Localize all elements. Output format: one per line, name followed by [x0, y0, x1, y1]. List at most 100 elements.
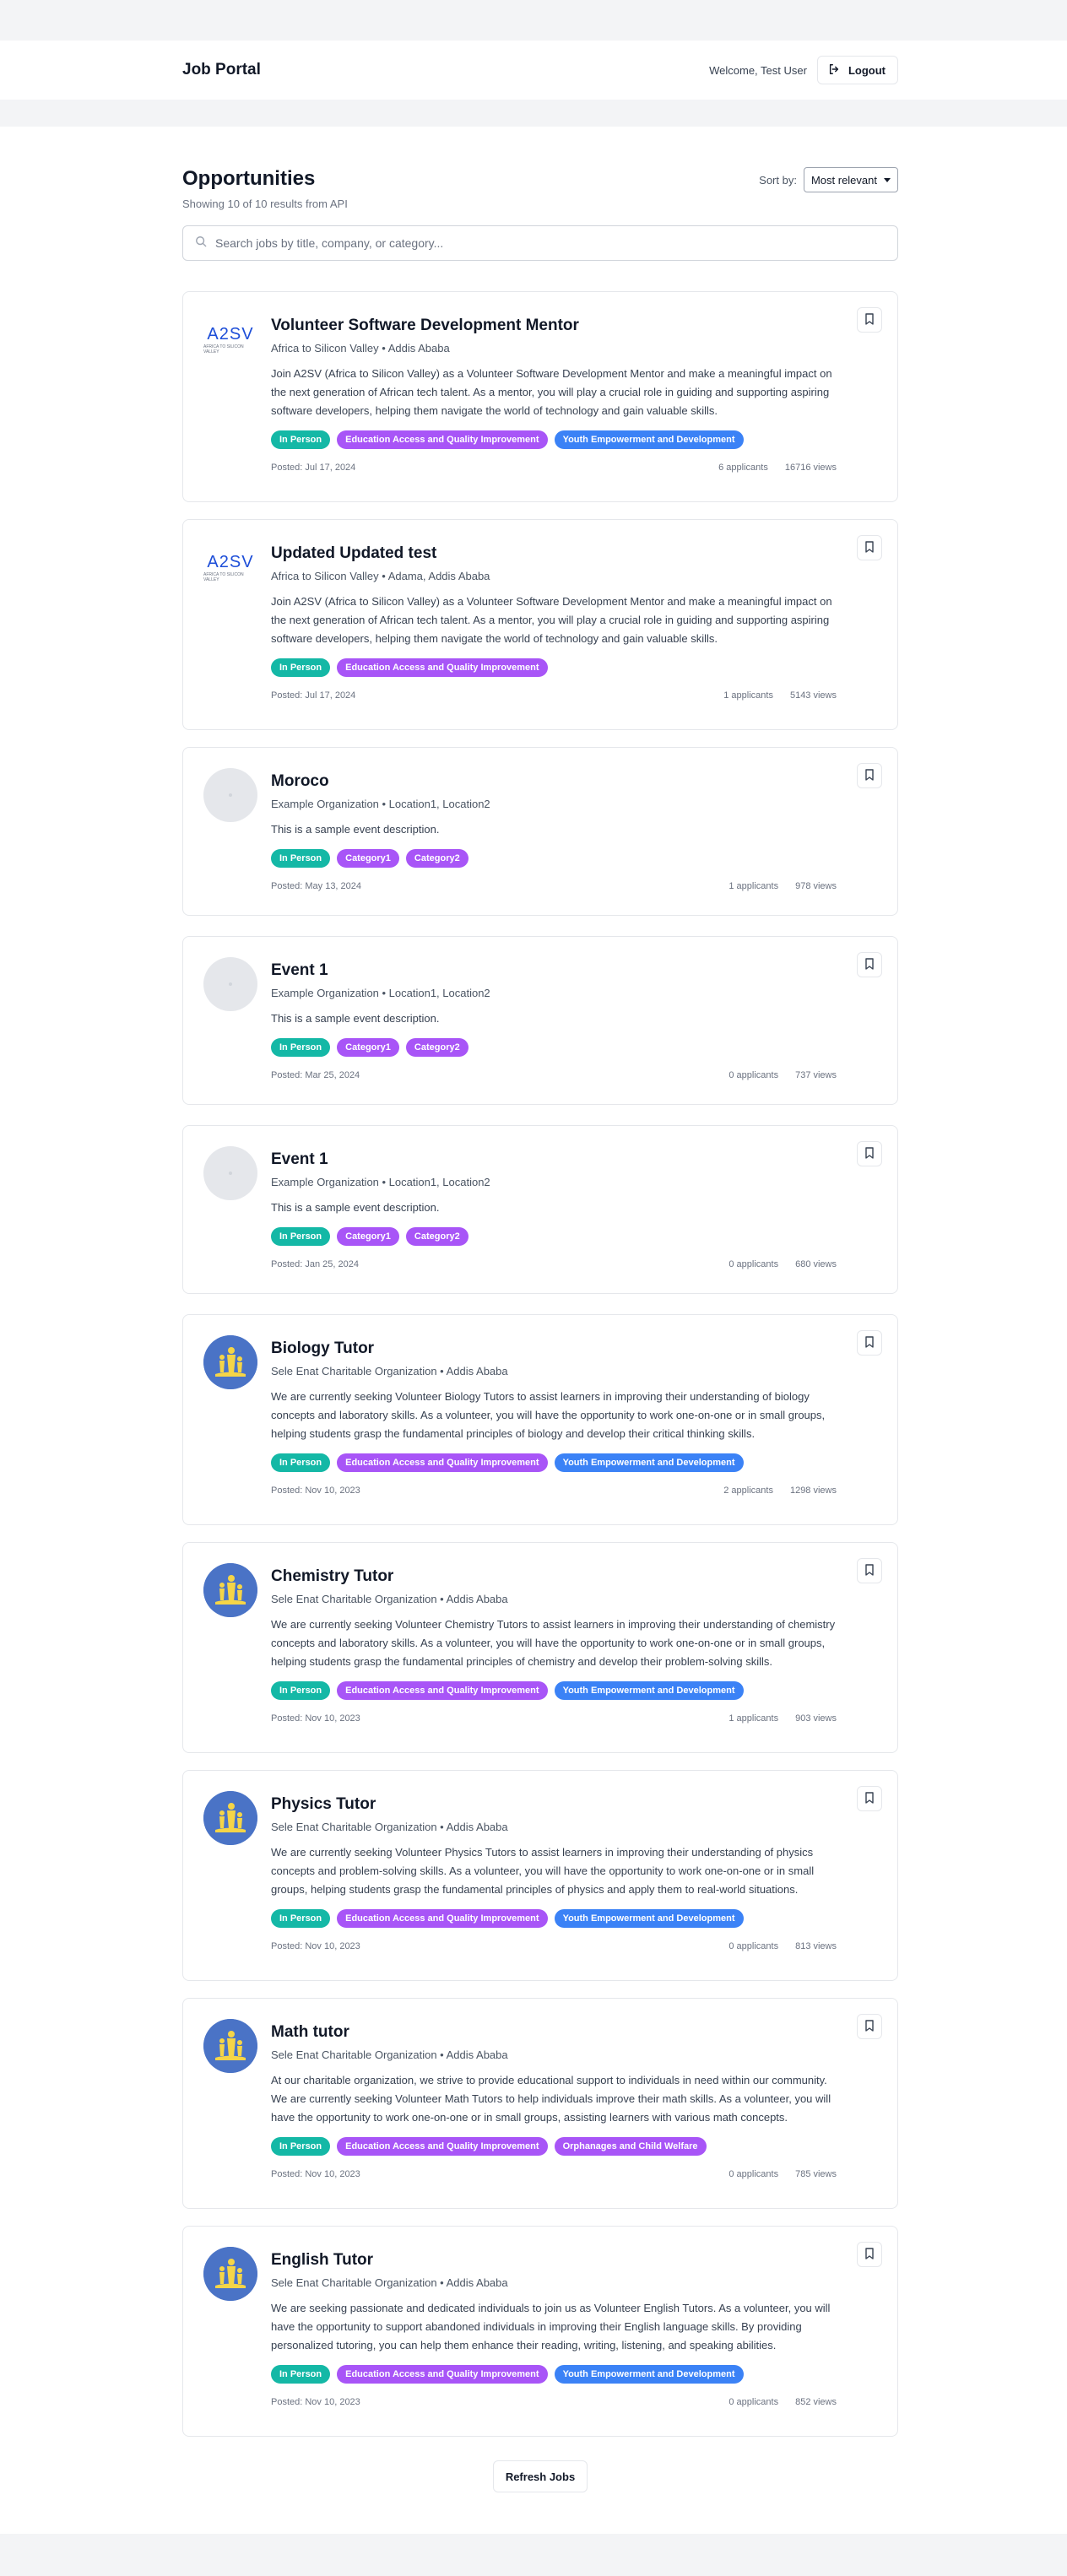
job-stats: 2 applicants 1298 views	[723, 1486, 837, 1496]
posted-date: Posted: Nov 10, 2023	[271, 2169, 360, 2179]
job-title[interactable]: Math tutor	[271, 2021, 837, 2044]
job-stats: 0 applicants 813 views	[728, 1941, 837, 1951]
bookmark-button[interactable]	[857, 1558, 882, 1583]
bookmark-icon	[864, 1146, 875, 1161]
a2sv-logo: A2SV AFRICA TO SILICON VALLEY	[203, 540, 257, 594]
logout-button[interactable]: Logout	[816, 56, 898, 84]
bookmark-button[interactable]	[857, 2242, 882, 2267]
views-count: 1298 views	[789, 1486, 837, 1496]
bookmark-icon	[864, 768, 875, 783]
applicants-count: 0 applicants	[728, 1070, 779, 1080]
category-tag: Category1	[337, 1038, 399, 1057]
job-stats: 6 applicants 16716 views	[718, 463, 837, 473]
job-title[interactable]: Volunteer Software Development Mentor	[271, 314, 837, 338]
logo-placeholder	[203, 1146, 257, 1200]
job-card-content: English Tutor Sele Enat Charitable Organi…	[271, 2249, 837, 2407]
job-card[interactable]: A2SV AFRICA TO SILICON VALLEY Updated Upda…	[182, 519, 898, 730]
job-card[interactable]: Moroco Example Organization • Location1, …	[182, 747, 898, 916]
job-card-content: Updated Updated test Africa to Silicon Va…	[271, 542, 837, 701]
job-organization-location: Sele Enat Charitable Organization • Addi…	[271, 1365, 508, 1377]
bookmark-button[interactable]	[857, 763, 882, 788]
page-title: Opportunities	[182, 167, 316, 190]
job-title[interactable]: Event 1	[271, 959, 837, 982]
job-organization-location: Sele Enat Charitable Organization • Addi…	[271, 1593, 508, 1605]
bookmark-button[interactable]	[857, 2014, 882, 2039]
job-card[interactable]: Math tutor Sele Enat Charitable Organizat…	[182, 1998, 898, 2209]
views-count: 737 views	[795, 1070, 837, 1080]
job-organization-location: Sele Enat Charitable Organization • Addi…	[271, 2048, 508, 2061]
job-stats: 1 applicants 5143 views	[723, 690, 837, 701]
job-title[interactable]: Event 1	[271, 1148, 837, 1172]
category-tag: Education Access and Quality Improvement	[337, 430, 548, 449]
job-card-content: Math tutor Sele Enat Charitable Organizat…	[271, 2021, 837, 2179]
bookmark-icon	[864, 540, 875, 555]
job-card-footer: Posted: Jul 17, 2024 6 applicants 16716 vi…	[271, 463, 837, 473]
job-title[interactable]: Physics Tutor	[271, 1793, 837, 1816]
job-title[interactable]: Updated Updated test	[271, 542, 837, 566]
category-tag: Education Access and Quality Improvement	[337, 1681, 548, 1700]
job-title[interactable]: English Tutor	[271, 2249, 837, 2272]
bookmark-icon	[864, 957, 875, 972]
sele-enat-logo	[203, 1335, 257, 1389]
posted-date: Posted: Nov 10, 2023	[271, 2397, 360, 2407]
job-tags: In Person Category1 Category2	[271, 1227, 837, 1246]
brand-title[interactable]: Job Portal	[182, 61, 261, 79]
job-stats: 0 applicants 737 views	[728, 1070, 837, 1080]
top-navbar: Job Portal Welcome, Test User Logout	[0, 41, 1067, 100]
sele-enat-logo	[203, 2019, 257, 2073]
job-card-footer: Posted: Jul 17, 2024 1 applicants 5143 vie…	[271, 690, 837, 701]
bookmark-button[interactable]	[857, 1786, 882, 1811]
applicants-count: 0 applicants	[728, 1941, 779, 1951]
job-card[interactable]: Physics Tutor Sele Enat Charitable Organi…	[182, 1770, 898, 1981]
views-count: 813 views	[795, 1941, 837, 1951]
posted-date: Posted: Jul 17, 2024	[271, 463, 356, 473]
bookmark-button[interactable]	[857, 535, 882, 560]
posted-date: Posted: Jan 25, 2024	[271, 1259, 359, 1269]
bookmark-button[interactable]	[857, 1141, 882, 1166]
job-card[interactable]: Biology Tutor Sele Enat Charitable Organi…	[182, 1314, 898, 1525]
refresh-jobs-button[interactable]: Refresh Jobs	[493, 2460, 588, 2492]
sort-label: Sort by:	[759, 173, 797, 187]
welcome-text: Welcome, Test User	[709, 63, 807, 77]
category-tag: In Person	[271, 1453, 331, 1472]
job-card-footer: Posted: May 13, 2024 1 applicants 978 view…	[271, 881, 837, 891]
job-card-footer: Posted: Mar 25, 2024 0 applicants 737 view…	[271, 1070, 837, 1080]
posted-date: Posted: Jul 17, 2024	[271, 690, 356, 701]
applicants-count: 0 applicants	[728, 2169, 779, 2179]
job-card[interactable]: Chemistry Tutor Sele Enat Charitable Orga…	[182, 1542, 898, 1753]
job-card[interactable]: Event 1 Example Organization • Location1,…	[182, 1125, 898, 1294]
job-title[interactable]: Chemistry Tutor	[271, 1565, 837, 1588]
job-description: We are currently seeking Volunteer Physi…	[271, 1846, 815, 1896]
category-tag: Orphanages and Child Welfare	[554, 2137, 707, 2156]
search-input[interactable]	[215, 236, 897, 250]
applicants-count: 1 applicants	[723, 690, 773, 701]
category-tag: In Person	[271, 658, 331, 677]
job-card[interactable]: Event 1 Example Organization • Location1,…	[182, 936, 898, 1105]
job-title[interactable]: Moroco	[271, 770, 837, 793]
bookmark-button[interactable]	[857, 952, 882, 977]
category-tag: Category1	[337, 849, 399, 868]
views-count: 903 views	[795, 1713, 837, 1724]
category-tag: Youth Empowerment and Development	[554, 1681, 744, 1700]
job-description: We are currently seeking Volunteer Chemi…	[271, 1618, 836, 1668]
job-card-footer: Posted: Jan 25, 2024 0 applicants 680 view…	[271, 1259, 837, 1269]
job-tags: In Person Education Access and Quality Im…	[271, 1681, 837, 1700]
bookmark-button[interactable]	[857, 1330, 882, 1356]
job-card-footer: Posted: Nov 10, 2023 2 applicants 1298 vie…	[271, 1486, 837, 1496]
search-bar	[182, 225, 898, 261]
job-card[interactable]: A2SV AFRICA TO SILICON VALLEY Volunteer So…	[182, 291, 898, 502]
job-title[interactable]: Biology Tutor	[271, 1337, 837, 1361]
job-card-footer: Posted: Nov 10, 2023 0 applicants 785 view…	[271, 2169, 837, 2179]
job-organization-location: Sele Enat Charitable Organization • Addi…	[271, 2276, 508, 2289]
posted-date: Posted: Nov 10, 2023	[271, 1713, 360, 1724]
category-tag: Education Access and Quality Improvement	[337, 2137, 548, 2156]
logout-label: Logout	[848, 63, 886, 77]
bookmark-button[interactable]	[857, 307, 882, 333]
logout-icon	[828, 63, 840, 78]
job-description: We are currently seeking Volunteer Biolo…	[271, 1390, 826, 1440]
sort-select[interactable]: Most relevant	[803, 167, 898, 192]
category-tag: Education Access and Quality Improvement	[337, 1909, 548, 1928]
category-tag: Category2	[405, 1038, 469, 1057]
job-card[interactable]: English Tutor Sele Enat Charitable Organi…	[182, 2226, 898, 2437]
category-tag: In Person	[271, 1909, 331, 1928]
